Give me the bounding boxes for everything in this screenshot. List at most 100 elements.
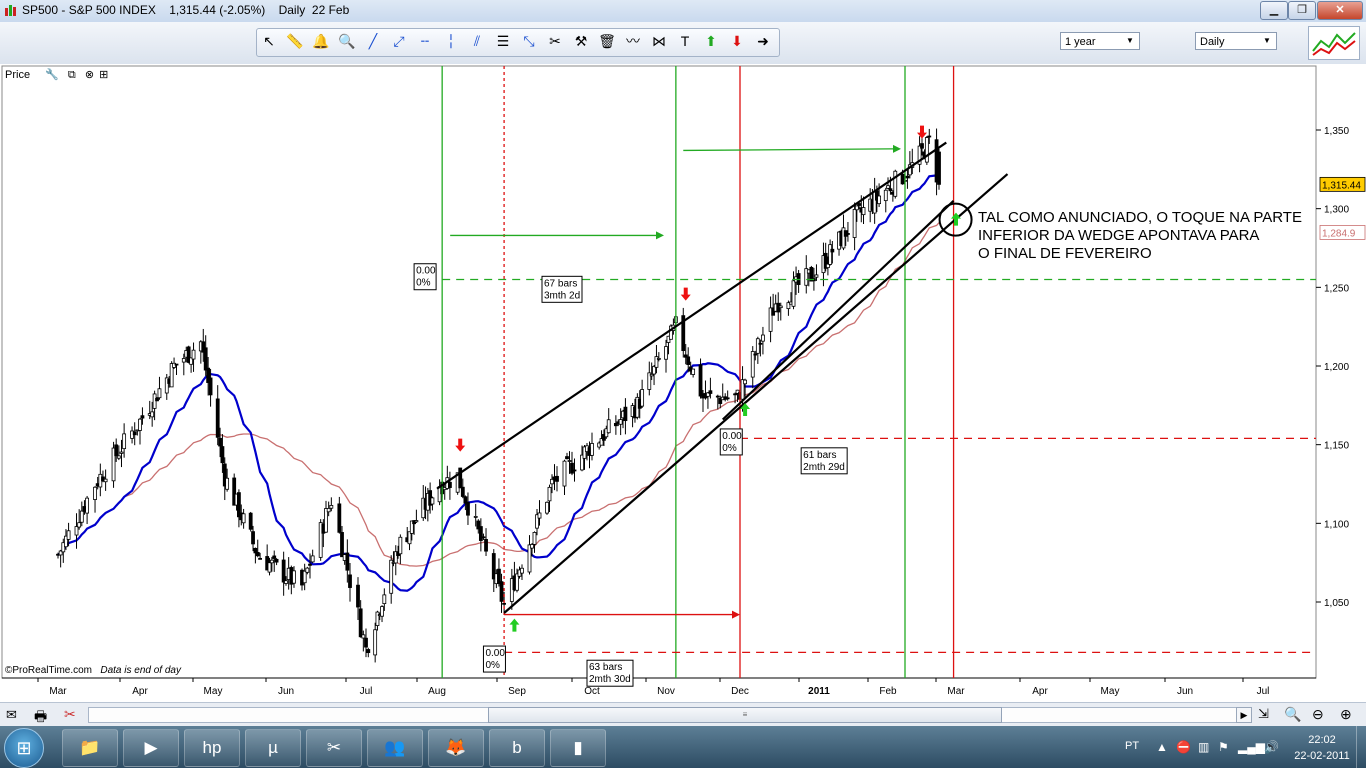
- candle: [272, 555, 277, 559]
- y-tick-label: 1,050: [1324, 598, 1349, 609]
- utorrent-icon[interactable]: µ: [245, 729, 301, 767]
- chart-area[interactable]: 1,350 1,300 1,250 1,200 1,150 1,100 1,050 Mar Ap…: [0, 64, 1366, 702]
- language-indicator[interactable]: PT: [1125, 740, 1139, 752]
- messenger-icon[interactable]: 👥: [367, 729, 423, 767]
- zoom-icon[interactable]: 🔍: [336, 30, 358, 52]
- candle: [877, 195, 881, 205]
- candle: [215, 398, 220, 438]
- down-arrow-icon[interactable]: ⬇: [726, 30, 748, 52]
- wrench-icon[interactable]: 🔧: [45, 69, 59, 81]
- zoom-in-icon[interactable]: ⊕: [1340, 706, 1352, 723]
- candle: [686, 356, 691, 365]
- candle: [119, 451, 124, 454]
- network-icon[interactable]: ▥: [1198, 740, 1209, 754]
- hammer-icon[interactable]: ⚒: [570, 30, 592, 52]
- candle: [414, 520, 419, 523]
- interval-select[interactable]: Daily ▼: [1195, 32, 1277, 50]
- candle: [691, 368, 696, 375]
- candle: [927, 135, 932, 138]
- candle: [893, 170, 898, 197]
- fit-chart-icon[interactable]: ⇲: [1258, 706, 1269, 722]
- candle: [345, 552, 350, 571]
- period-select[interactable]: 1 year ▼: [1060, 32, 1140, 50]
- candle: [208, 377, 213, 396]
- alarm-icon[interactable]: 🔔: [310, 30, 332, 52]
- close-panel-icon[interactable]: ⊗: [85, 69, 94, 81]
- scroll-thumb[interactable]: ≡: [488, 707, 1002, 723]
- scroll-right-button[interactable]: ▶: [1236, 707, 1252, 723]
- candle: [618, 419, 623, 425]
- hp-icon[interactable]: hp: [184, 729, 240, 767]
- candle: [103, 478, 108, 483]
- candle: [358, 608, 363, 638]
- clock-time[interactable]: 22:02: [1294, 734, 1350, 746]
- candle: [140, 415, 145, 419]
- line-icon[interactable]: ╱: [362, 30, 384, 52]
- note-text: O FINAL DE FEVEREIRO: [978, 245, 1152, 262]
- show-desktop-button[interactable]: [1356, 726, 1366, 768]
- candle: [138, 418, 142, 431]
- zoom-fit-icon[interactable]: 🔍: [1284, 706, 1301, 723]
- media-player-icon[interactable]: ▶: [123, 729, 179, 767]
- start-button[interactable]: ⊞: [4, 728, 44, 768]
- credit-note: Data is end of day: [100, 665, 181, 676]
- chart-style-button[interactable]: [1308, 26, 1360, 60]
- ruler-icon[interactable]: 📏: [284, 30, 306, 52]
- expand-panel-icon[interactable]: ⊞: [99, 69, 108, 81]
- clock-date[interactable]: 22-02-2011: [1288, 750, 1356, 762]
- up-arrow-icon[interactable]: ⬆: [700, 30, 722, 52]
- horizontal-line-icon[interactable]: ╌: [414, 30, 436, 52]
- candle: [292, 570, 296, 584]
- candle: [366, 649, 371, 654]
- signal-icon[interactable]: ▂▄▆: [1238, 740, 1265, 754]
- candle: [537, 512, 542, 519]
- x-tick-label: May: [1101, 686, 1120, 697]
- flag-icon[interactable]: ⚑: [1218, 740, 1229, 754]
- b-icon[interactable]: b: [489, 729, 545, 767]
- candle: [460, 486, 465, 497]
- candle: [255, 552, 260, 557]
- paint-icon[interactable]: ✂: [306, 729, 362, 767]
- zoom-out-icon[interactable]: ⊖: [1312, 706, 1324, 723]
- volume-icon[interactable]: 🔊: [1264, 740, 1279, 754]
- candle: [758, 342, 763, 345]
- candle: [114, 444, 119, 457]
- prorealtime-icon[interactable]: ▮: [550, 729, 606, 767]
- note-text: INFERIOR DA WEDGE APONTAVA PARA: [978, 227, 1259, 244]
- candle: [93, 486, 97, 500]
- ray-icon[interactable]: ⤢: [388, 30, 410, 52]
- window-title: SP500 - S&P 500 INDEX 1,315.44 (-2.05%) …: [22, 3, 350, 17]
- candle: [590, 443, 594, 456]
- measure-box-text: 0%: [416, 278, 431, 289]
- minimize-button[interactable]: ▁: [1260, 1, 1288, 20]
- candle: [389, 559, 394, 594]
- candle: [361, 634, 366, 639]
- vertical-line-icon[interactable]: ╎: [440, 30, 462, 52]
- candle: [478, 526, 483, 541]
- channel-icon[interactable]: ⫽: [466, 30, 488, 52]
- fibonacci-icon[interactable]: ☰: [492, 30, 514, 52]
- explorer-icon[interactable]: 📁: [62, 729, 118, 767]
- firefox-icon[interactable]: 🦊: [428, 729, 484, 767]
- x-tick-label: Apr: [1032, 686, 1048, 697]
- tray-app-icon[interactable]: ⛔: [1176, 740, 1191, 754]
- candle: [302, 570, 307, 584]
- right-arrow-icon[interactable]: ➜: [752, 30, 774, 52]
- toolbar: 1 year ▼ Daily ▼ ↖ 📏 🔔 🔍 ╱ ⤢ ╌ ╎ ⫽ ☰ ⤡ ✂ ⚒ 🗑 〰 ⋈ T ⬆ ⬇ ➜: [0, 22, 1366, 65]
- mail-icon[interactable]: ✉: [6, 707, 17, 723]
- candle: [715, 395, 720, 398]
- pitchfork-icon[interactable]: ✂: [544, 30, 566, 52]
- pattern-icon[interactable]: ⋈: [648, 30, 670, 52]
- duplicate-icon[interactable]: ⧉: [68, 69, 76, 81]
- arrows-icon[interactable]: ⤡: [518, 30, 540, 52]
- tray-expand-icon[interactable]: ▲: [1156, 740, 1168, 754]
- maximize-button[interactable]: ❐: [1288, 1, 1316, 20]
- x-tick-label: Jun: [278, 686, 294, 697]
- y-tick-label: 1,300: [1324, 205, 1349, 216]
- wave-icon[interactable]: 〰: [622, 30, 644, 52]
- cut-icon[interactable]: ✂: [64, 706, 76, 723]
- text-icon[interactable]: T: [674, 30, 696, 52]
- trash-icon[interactable]: 🗑: [596, 30, 618, 52]
- cursor-icon[interactable]: ↖: [258, 30, 280, 52]
- close-button[interactable]: ✕: [1317, 1, 1363, 20]
